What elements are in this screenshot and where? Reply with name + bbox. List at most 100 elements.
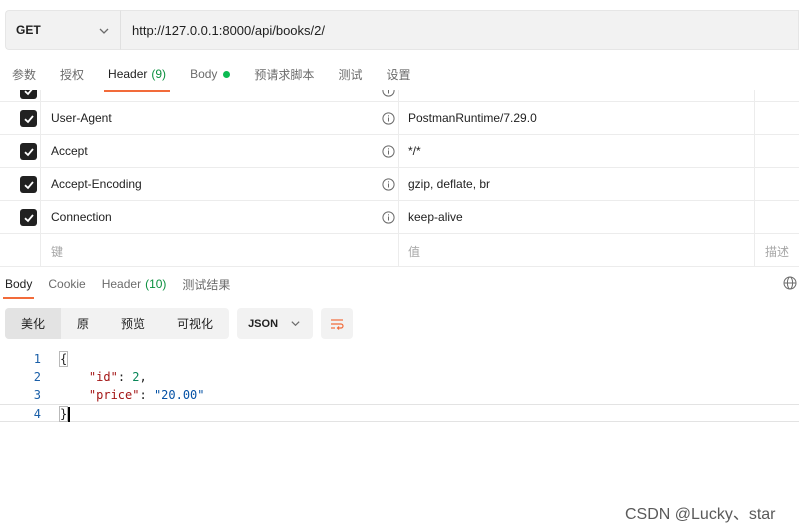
- code-line: 2 "id": 2,: [0, 368, 799, 386]
- info-icon[interactable]: [382, 112, 395, 125]
- method-select[interactable]: GET: [5, 10, 120, 50]
- tab-tests[interactable]: 测试: [326, 58, 374, 90]
- json-key: "id": [88, 370, 118, 384]
- json-number: 2: [132, 370, 140, 384]
- header-value[interactable]: */*: [408, 144, 421, 158]
- column-divider: [754, 102, 755, 134]
- header-key[interactable]: Accept: [51, 144, 88, 158]
- header-count: (9): [151, 67, 167, 81]
- tab-label: 授权: [60, 67, 85, 82]
- url-input[interactable]: http://127.0.0.1:8000/api/books/2/: [120, 10, 799, 50]
- checkmark-icon: [23, 180, 34, 189]
- wrap-lines-button[interactable]: [321, 308, 354, 339]
- column-divider: [40, 135, 41, 167]
- table-row: Connection keep-alive: [0, 201, 799, 234]
- checkmark-icon: [23, 114, 34, 123]
- header-value[interactable]: keep-alive: [408, 210, 463, 224]
- tab-params[interactable]: 参数: [0, 58, 48, 90]
- row-checkbox[interactable]: [20, 110, 37, 127]
- globe-icon[interactable]: [783, 276, 797, 290]
- column-divider: [398, 201, 399, 233]
- table-row: Accept */*: [0, 135, 799, 168]
- checkmark-icon: [23, 147, 34, 156]
- tab-label: Cookie: [48, 277, 86, 291]
- table-row: User-Agent PostmanRuntime/7.29.0: [0, 102, 799, 135]
- column-divider: [754, 234, 755, 266]
- tab-pre-request-script[interactable]: 预请求脚本: [242, 58, 326, 90]
- row-checkbox[interactable]: [20, 209, 37, 226]
- column-divider: [398, 90, 399, 101]
- column-divider: [398, 234, 399, 266]
- header-key[interactable]: Accept-Encoding: [51, 177, 142, 191]
- column-divider: [398, 102, 399, 134]
- code-line: 3 "price": "20.00": [0, 386, 799, 404]
- body-viewer-controls: 美化 原 预览 可视化 JSON: [5, 308, 354, 339]
- tab-response-body[interactable]: Body: [0, 269, 40, 299]
- text-caret: [68, 407, 71, 422]
- tab-label: 预请求脚本: [254, 67, 315, 82]
- column-divider: [398, 168, 399, 200]
- row-checkbox[interactable]: [20, 176, 37, 193]
- column-divider: [754, 90, 755, 101]
- tab-headers[interactable]: Header (9): [96, 58, 178, 92]
- table-row: [0, 90, 799, 102]
- header-key[interactable]: Connection: [51, 210, 112, 224]
- tab-response-cookie[interactable]: Cookie: [43, 269, 93, 299]
- column-divider: [754, 201, 755, 233]
- tab-test-results[interactable]: 测试结果: [177, 269, 238, 299]
- response-body-editor[interactable]: 1 { 2 "id": 2, 3 "price": "20.00" 4 }: [0, 350, 799, 422]
- tab-label: 测试: [338, 67, 363, 82]
- tab-label: Body: [190, 67, 218, 81]
- method-label: GET: [16, 23, 41, 37]
- checkmark-icon: [23, 90, 32, 95]
- chevron-down-icon: [291, 321, 300, 327]
- line-number: 1: [33, 352, 41, 366]
- format-select[interactable]: JSON: [237, 308, 314, 339]
- response-tabs: Body Cookie Header (10) 测试结果: [0, 269, 799, 299]
- json-string: "20.00": [153, 388, 205, 402]
- header-key[interactable]: User-Agent: [51, 111, 112, 125]
- value-input[interactable]: 值: [408, 243, 420, 260]
- code-line-current: 4 }: [0, 404, 799, 422]
- close-brace: }: [58, 406, 69, 422]
- watermark: CSDN @Lucky、star: [625, 506, 776, 523]
- description-input[interactable]: 描述: [765, 243, 789, 260]
- row-checkbox[interactable]: [20, 143, 37, 160]
- column-divider: [40, 102, 41, 134]
- line-number: 4: [33, 407, 41, 421]
- tab-settings[interactable]: 设置: [374, 58, 422, 90]
- headers-table: User-Agent PostmanRuntime/7.29.0 Accept …: [0, 90, 799, 267]
- key-input[interactable]: 键: [51, 243, 63, 260]
- body-status-dot-icon: [223, 70, 231, 78]
- header-count: (10): [145, 277, 167, 291]
- info-icon[interactable]: [382, 178, 395, 191]
- tab-response-headers[interactable]: Header (10): [97, 269, 175, 299]
- view-mode-visualize[interactable]: 可视化: [161, 308, 229, 339]
- tab-auth[interactable]: 授权: [48, 58, 96, 90]
- code-line: 1 {: [0, 350, 799, 368]
- view-mode-raw[interactable]: 原: [61, 308, 105, 339]
- tab-label: Body: [5, 277, 33, 291]
- view-mode-preview[interactable]: 预览: [105, 308, 161, 339]
- open-brace: {: [58, 351, 69, 367]
- wrap-lines-icon: [331, 318, 344, 330]
- line-number: 2: [33, 370, 41, 384]
- view-mode-pretty[interactable]: 美化: [5, 308, 62, 339]
- column-divider: [398, 135, 399, 167]
- header-value[interactable]: PostmanRuntime/7.29.0: [408, 111, 537, 125]
- request-tabs: 参数 授权 Header (9) Body 预请求脚本 测试 设置: [0, 58, 799, 92]
- column-divider: [40, 90, 41, 101]
- format-label: JSON: [248, 317, 279, 330]
- row-checkbox[interactable]: [20, 90, 37, 99]
- chevron-down-icon: [99, 28, 109, 34]
- table-row: Accept-Encoding gzip, deflate, br: [0, 168, 799, 201]
- column-divider: [40, 168, 41, 200]
- request-bar: GET http://127.0.0.1:8000/api/books/2/: [5, 10, 799, 50]
- line-number: 3: [33, 388, 41, 402]
- info-icon[interactable]: [382, 90, 395, 97]
- header-value[interactable]: gzip, deflate, br: [408, 177, 490, 191]
- info-icon[interactable]: [382, 145, 395, 158]
- tab-label: Header: [108, 67, 148, 81]
- info-icon[interactable]: [382, 211, 395, 224]
- tab-body[interactable]: Body: [178, 58, 242, 90]
